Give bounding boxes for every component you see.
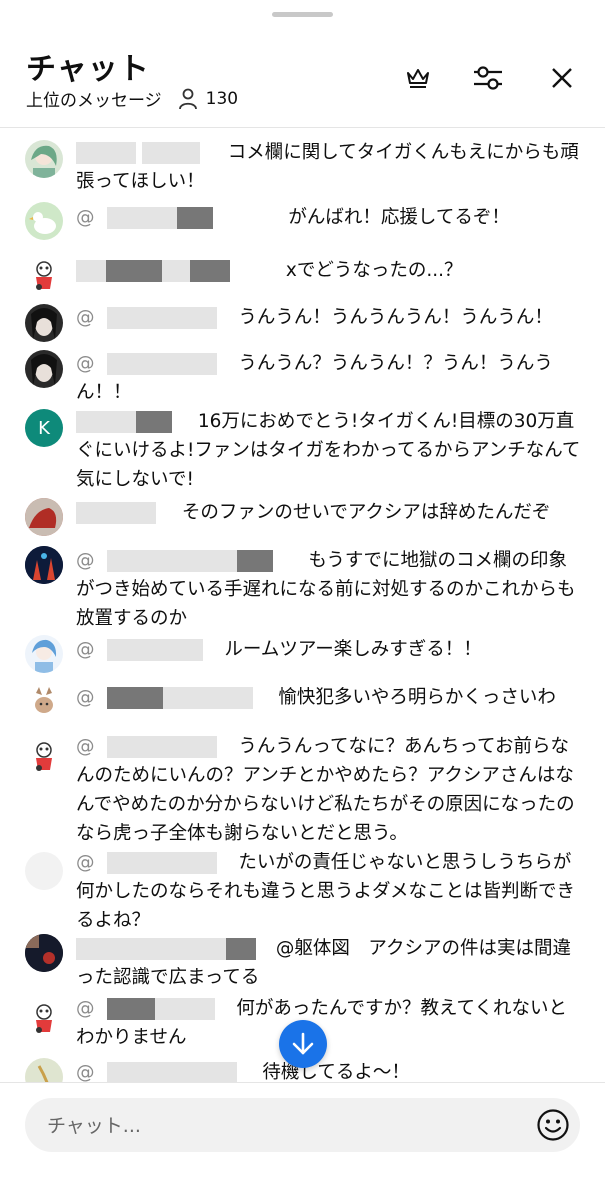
message-text-block: @躯体図 アクシアの件は実は間違った認識で広まってる [76,934,581,992]
avatar[interactable] [25,546,63,584]
avatar[interactable] [25,934,63,972]
message-author: @ [76,998,95,1019]
crown-icon [407,69,429,88]
drag-handle[interactable] [272,12,333,17]
message-author: @ [76,1062,95,1082]
redacted-author [226,938,256,960]
message-text-block: @ うんうん！うんうんうん！うんうん！ [76,303,581,332]
redacted-author [236,550,273,572]
message-text-block: @ ルームツアー楽しみすぎる！！ [76,635,581,664]
message-text-block: 16万におめでとう!タイガくん!目標の30万直ぐにいけるよ!ファンはタイガをわか… [76,407,581,494]
message-author: @ [76,307,95,328]
message-text-block: @ うんうんってなに？あんちってお前らなんのためにいんの？アンチとかやめたら？ア… [76,732,581,848]
message-author: @ [76,353,95,374]
scroll-to-bottom-button[interactable] [279,1020,327,1068]
redacted-author [106,1062,197,1082]
message-text-block: @ 愉快犯多いやろ明らかくっさいわ [76,683,581,712]
redacted-author [176,207,213,229]
redacted-author [106,639,203,661]
message-text: がんばれ！応援してるぞ！ [288,207,510,228]
redacted-author [76,411,136,433]
message-text: ルームツアー楽しみすぎる！！ [224,639,482,660]
avatar[interactable] [25,852,63,890]
message-author: @ [76,736,95,757]
message-text-block: @ もうすでに地獄のコメ欄の印象がつき始めている手遅れになる前に対処するのかこれ… [76,546,581,633]
smiley-icon [537,1109,569,1141]
redacted-author [76,938,226,960]
redacted-author [76,502,156,524]
filter-settings-button[interactable] [468,58,508,98]
chat-input-container [25,1098,580,1154]
avatar-letter: K [38,417,50,439]
redacted-author [162,260,190,282]
message-text-block: そのファンのせいでアクシアは辞めたんだぞ [76,498,581,527]
message-text: 待機してるよ〜！ [262,1062,410,1082]
emoji-button[interactable] [536,1108,570,1142]
sliders-icon [474,66,502,90]
avatar[interactable] [25,683,63,721]
chat-mode-label: 上位のメッセージ [26,91,162,111]
redacted-author [106,207,177,229]
redacted-author [136,411,172,433]
message-author: @ [76,687,95,708]
avatar[interactable] [25,998,63,1036]
redacted-author [106,736,217,758]
message-author: @ [76,852,95,873]
viewer-count: 130 [205,88,239,109]
message-text-block: xでどうなったの...？ [76,256,581,285]
top-fans-button[interactable] [398,58,438,98]
close-icon [552,68,572,88]
message-text-block: @ 何があったんですか？教えてくれないとわかりません [76,994,581,1052]
message-text-block: コメ欄に関してタイガくんもえにからも頑張ってほしい！ [76,138,581,196]
redacted-author [106,307,217,329]
avatar[interactable] [25,304,63,342]
message-text: うんうん！うんうんうん！うんうん！ [238,307,553,328]
message-text-block: @ 待機してるよ〜！ [76,1058,581,1082]
message-text: xでどうなったの...？ [285,260,463,281]
chat-input[interactable] [45,1098,509,1154]
message-text-block: @ がんばれ！応援してるぞ！ [76,203,581,232]
redacted-author [76,260,106,282]
message-author: @ [76,207,95,228]
redacted-author [162,687,253,709]
redacted-author [141,142,200,164]
redacted-author [190,260,230,282]
message-text: そのファンのせいでアクシアは辞めたんだぞ [181,502,551,523]
avatar[interactable] [25,635,63,673]
avatar[interactable] [25,1058,63,1082]
redacted-author [154,998,215,1020]
chat-header: チャット 上位のメッセージ 130 [0,30,605,128]
avatar[interactable]: K [25,409,63,447]
page-title: チャット [26,52,150,87]
input-divider [0,1082,605,1083]
redacted-author [76,142,136,164]
person-icon [178,88,197,109]
arrow-down-icon [292,1032,314,1055]
message-author: @ [76,550,95,571]
message-text-block: @ たいがの責任じゃないと思うしうちらが何かしたのならそれも違うと思うよダメなこ… [76,848,581,935]
close-button[interactable] [542,58,582,98]
message-text: 愉快犯多いやろ明らかくっさいわ [278,687,556,708]
message-author: @ [76,639,95,660]
avatar[interactable] [25,255,63,293]
avatar[interactable] [25,736,63,774]
redacted-author [106,998,155,1020]
chat-mode-selector[interactable]: 上位のメッセージ 130 [26,86,238,111]
redacted-author [106,687,163,709]
avatar[interactable] [25,350,63,388]
avatar[interactable] [25,202,63,240]
redacted-author [106,260,162,282]
chat-feed[interactable]: コメ欄に関してタイガくんもえにからも頑張ってほしい！ @ がんばれ！応援してるぞ… [0,128,605,1082]
redacted-author [106,550,237,572]
avatar[interactable] [25,140,63,178]
message-text-block: @ うんうん？うんうん！？うん！うんうん！！ [76,349,581,407]
redacted-author [106,852,217,874]
avatar[interactable] [25,498,63,536]
redacted-author [106,353,217,375]
redacted-author [196,1062,237,1082]
